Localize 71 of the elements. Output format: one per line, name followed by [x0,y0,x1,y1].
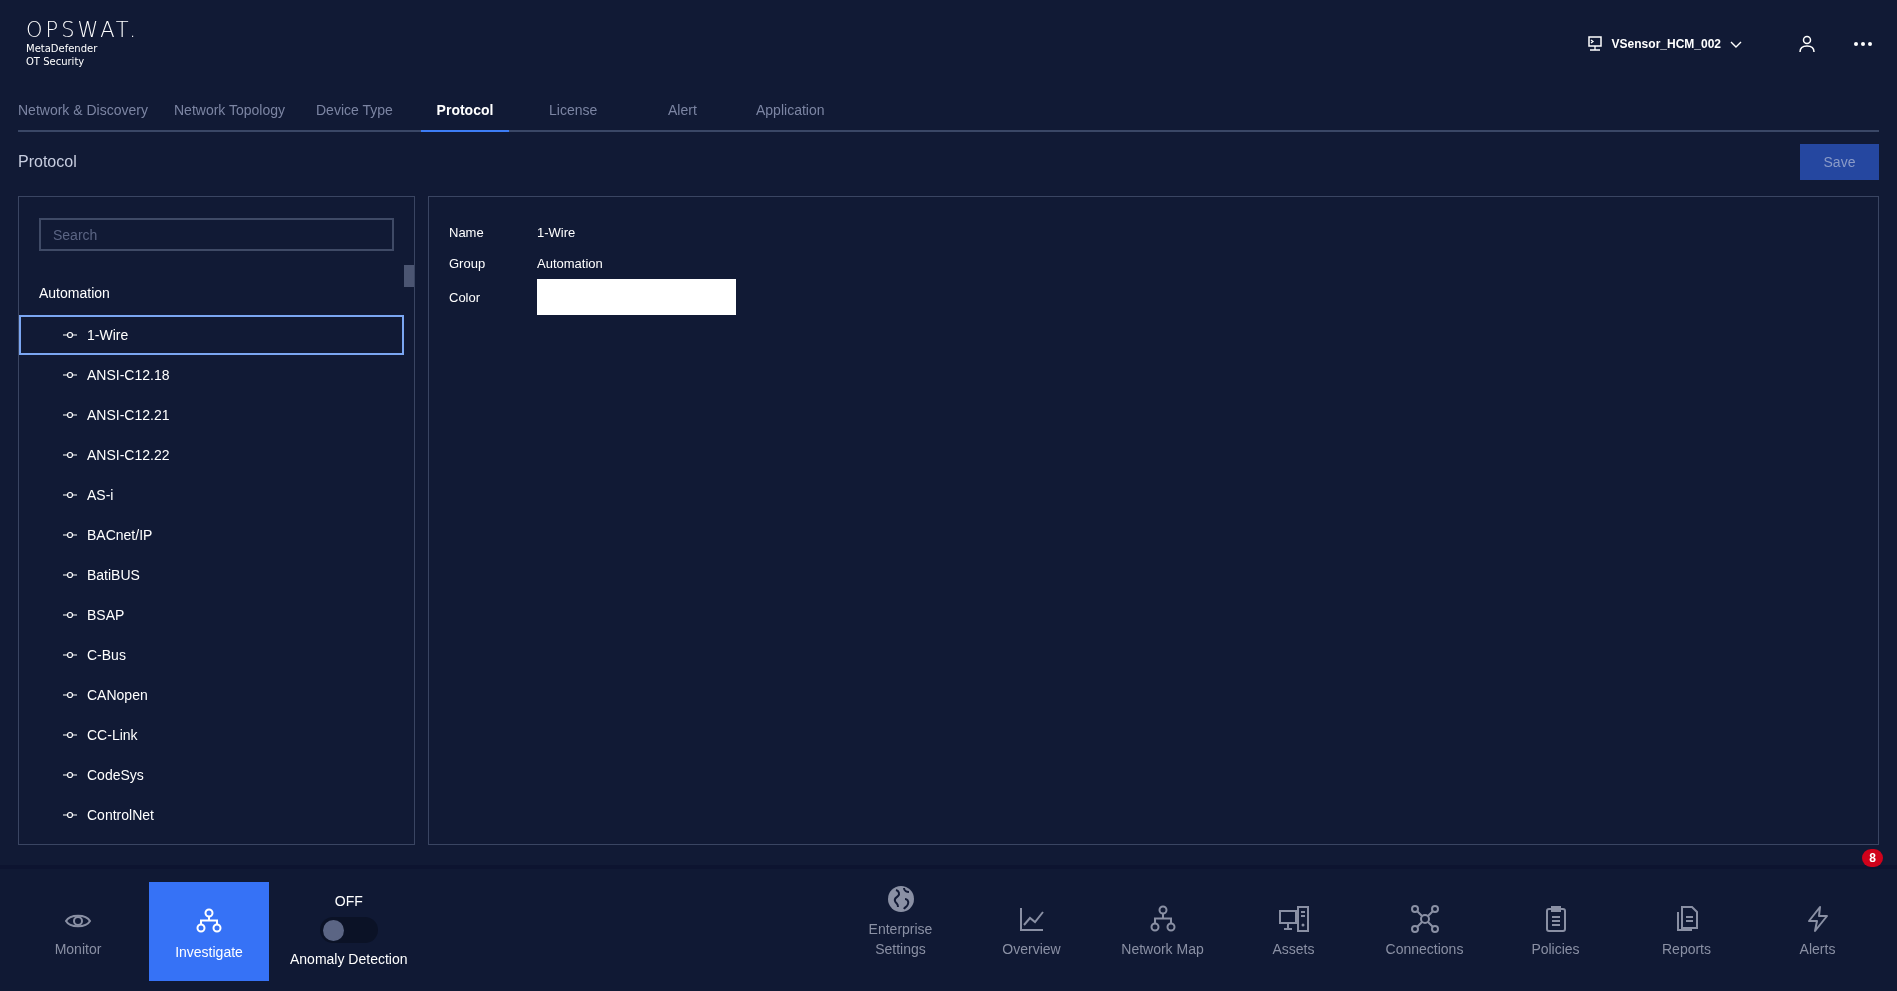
network-hub-icon [1410,905,1439,933]
toggle-state: OFF [334,893,363,909]
computer-icon [1585,35,1604,53]
node-icon [63,371,77,379]
color-swatch[interactable] [537,279,736,315]
protocol-item[interactable]: C-Bus [19,635,404,675]
node-icon [63,411,77,419]
nav-button[interactable]: Connections [1359,905,1490,981]
hierarchy-icon [1148,905,1177,933]
mode-button[interactable]: Investigate [149,882,269,981]
node-icon [63,491,77,499]
product-name: MetaDefender [26,42,99,55]
node-icon [63,691,77,699]
toggle-label: Anomaly Detection [290,951,408,967]
sensor-selector[interactable]: VSensor_HCM_002 [1585,35,1743,53]
field-label: Group [449,256,487,271]
nav-button[interactable]: Network Map [1097,905,1228,981]
user-icon[interactable] [1797,34,1817,54]
field-label: Color [449,289,482,305]
protocol-item[interactable]: ANSI-C12.18 [19,355,404,395]
field-value: 1-Wire [537,225,576,240]
settings-tab[interactable]: Network & Discovery [18,96,174,132]
node-icon [63,611,77,619]
brand-logo: OPSWAT. [26,18,139,42]
node-icon [63,451,77,459]
page-title: Protocol [18,153,77,171]
field-label: Name [449,225,485,240]
settings-tab[interactable]: Protocol [421,96,509,132]
node-icon [63,331,77,339]
hierarchy-icon [196,908,222,934]
settings-tab[interactable]: Device Type [316,96,421,132]
scrollbar-thumb[interactable] [404,265,414,287]
node-icon [63,531,77,539]
node-icon [63,771,77,779]
nav-button[interactable]: Assets [1228,905,1359,981]
nav-button[interactable]: Enterprise Settings [835,885,966,981]
settings-tab[interactable]: License [549,96,668,132]
protocol-item[interactable]: ANSI-C12.22 [19,435,404,475]
settings-tab[interactable]: Application [756,96,876,132]
protocol-item[interactable]: ControlNet [19,795,404,835]
protocol-item[interactable]: ANSI-C12.21 [19,395,404,435]
mode-button[interactable]: Monitor [18,882,138,981]
protocol-item[interactable]: 1-Wire [19,315,404,355]
clipboard-icon [1543,905,1568,933]
nav-button[interactable]: Overview [966,905,1097,981]
protocol-item[interactable]: CC-Link [19,715,404,755]
field-value: Automation [537,256,603,271]
settings-tab[interactable]: Network Topology [174,96,316,132]
node-icon [63,651,77,659]
protocol-item[interactable]: CodeSys [19,755,404,795]
nav-button[interactable]: Reports [1621,905,1752,981]
line-chart-icon [1017,905,1046,933]
node-icon [63,571,77,579]
more-icon[interactable] [1853,41,1873,47]
search-field[interactable]: Search [39,218,394,251]
node-icon [63,731,77,739]
save-button[interactable]: Save [1800,144,1879,180]
anomaly-toggle[interactable] [319,917,378,943]
protocol-item[interactable]: BatiBUS [19,555,404,595]
protocol-item[interactable]: AS-i [19,475,404,515]
protocol-item[interactable]: BSAP [19,595,404,635]
settings-tab[interactable]: Alert [668,96,756,132]
protocol-item[interactable]: BACnet/IP [19,515,404,555]
alert-count-badge: 8 [1862,849,1883,867]
computer-tower-icon [1277,905,1310,933]
nav-button[interactable]: Policies [1490,905,1621,981]
product-subtitle: OT Security [26,55,86,68]
group-heading: Automation [38,284,111,303]
node-icon [63,811,77,819]
protocol-item[interactable]: CANopen [19,675,404,715]
globe-icon [886,885,915,913]
